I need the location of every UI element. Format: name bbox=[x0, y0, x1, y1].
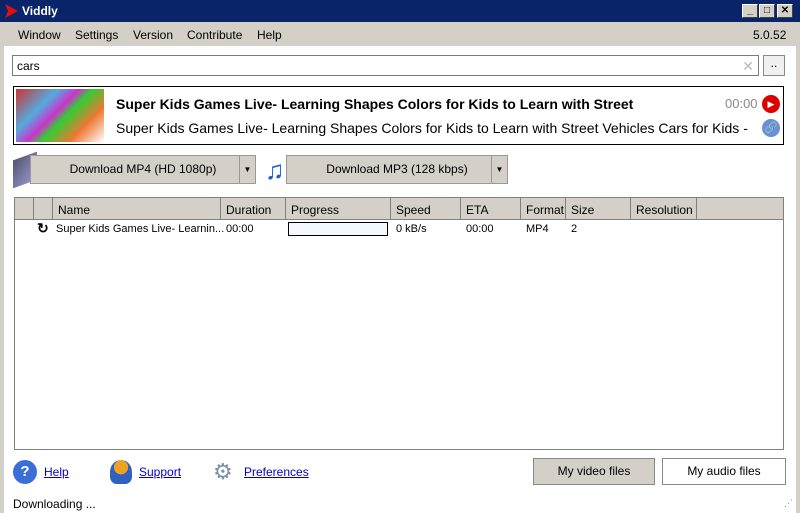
column-header-status[interactable] bbox=[34, 198, 53, 220]
gear-icon[interactable]: ⚙ bbox=[213, 460, 233, 484]
support-link[interactable]: Support bbox=[139, 465, 181, 479]
menu-contribute[interactable]: Contribute bbox=[187, 28, 242, 42]
resize-grip-icon[interactable]: ⋰ bbox=[784, 498, 793, 509]
browse-button[interactable]: .. bbox=[763, 55, 785, 76]
column-header-progress[interactable]: Progress bbox=[286, 198, 391, 220]
row-speed: 0 kB/s bbox=[396, 223, 427, 235]
help-link[interactable]: Help bbox=[44, 465, 69, 479]
row-duration: 00:00 bbox=[226, 223, 254, 235]
app-title: Viddly bbox=[22, 4, 58, 18]
maximize-button[interactable]: □ bbox=[759, 4, 775, 18]
downloads-table: Name Duration Progress Speed ETA Format … bbox=[14, 197, 784, 450]
status-text: Downloading ... bbox=[13, 497, 96, 511]
chevron-down-icon[interactable]: ▼ bbox=[239, 156, 255, 183]
download-mp4-button[interactable]: Download MP4 (HD 1080p) ▼ bbox=[30, 155, 256, 184]
download-mp3-label: Download MP3 (128 kbps) bbox=[326, 162, 468, 176]
search-input[interactable]: cars ✕ bbox=[12, 55, 759, 76]
chevron-down-icon[interactable]: ▼ bbox=[491, 156, 507, 183]
title-bar: Viddly _ □ ✕ bbox=[0, 0, 800, 22]
music-note-icon: ♫ bbox=[265, 155, 285, 185]
youtube-icon[interactable]: ▶ bbox=[762, 95, 780, 113]
column-header-name[interactable]: Name bbox=[53, 198, 221, 220]
link-icon[interactable]: 🔗 bbox=[762, 119, 780, 137]
row-eta: 00:00 bbox=[466, 223, 494, 235]
refresh-icon: ↻ bbox=[37, 220, 49, 236]
menu-window[interactable]: Window bbox=[18, 28, 61, 42]
search-value: cars bbox=[17, 59, 40, 73]
video-duration: 00:00 bbox=[725, 96, 758, 111]
close-button[interactable]: ✕ bbox=[777, 4, 793, 18]
column-header-duration[interactable]: Duration bbox=[221, 198, 286, 220]
preferences-link[interactable]: Preferences bbox=[244, 465, 309, 479]
my-video-files-button[interactable]: My video files bbox=[533, 458, 655, 485]
column-header-blank[interactable] bbox=[15, 198, 34, 220]
column-header-format[interactable]: Format bbox=[521, 198, 566, 220]
row-progress-bar bbox=[288, 222, 388, 236]
my-audio-files-button[interactable]: My audio files bbox=[662, 458, 786, 485]
row-name: Super Kids Games Live- Learnin... bbox=[56, 223, 225, 235]
video-description: Super Kids Games Live- Learning Shapes C… bbox=[116, 120, 748, 136]
menu-settings[interactable]: Settings bbox=[75, 28, 118, 42]
menu-help[interactable]: Help bbox=[257, 28, 282, 42]
column-header-speed[interactable]: Speed bbox=[391, 198, 461, 220]
column-header-resolution[interactable]: Resolution bbox=[631, 198, 697, 220]
viddly-logo-icon bbox=[5, 4, 18, 18]
download-mp3-button[interactable]: Download MP3 (128 kbps) ▼ bbox=[286, 155, 508, 184]
video-thumbnail bbox=[16, 89, 104, 142]
menu-bar: Window Settings Version Contribute Help … bbox=[0, 22, 800, 46]
version-label: 5.0.52 bbox=[753, 28, 787, 42]
video-title: Super Kids Games Live- Learning Shapes C… bbox=[116, 96, 634, 112]
column-header-size[interactable]: Size bbox=[566, 198, 631, 220]
download-mp4-label: Download MP4 (HD 1080p) bbox=[69, 162, 217, 176]
minimize-button[interactable]: _ bbox=[742, 4, 758, 18]
column-header-eta[interactable]: ETA bbox=[461, 198, 521, 220]
column-header-filler bbox=[697, 198, 783, 220]
row-format: MP4 bbox=[526, 223, 549, 235]
help-icon[interactable]: ? bbox=[13, 460, 37, 484]
clear-icon[interactable]: ✕ bbox=[742, 58, 754, 75]
video-info-panel: Super Kids Games Live- Learning Shapes C… bbox=[13, 86, 784, 145]
row-size: 2 bbox=[571, 223, 578, 235]
menu-version[interactable]: Version bbox=[133, 28, 173, 42]
support-icon[interactable] bbox=[110, 460, 132, 484]
